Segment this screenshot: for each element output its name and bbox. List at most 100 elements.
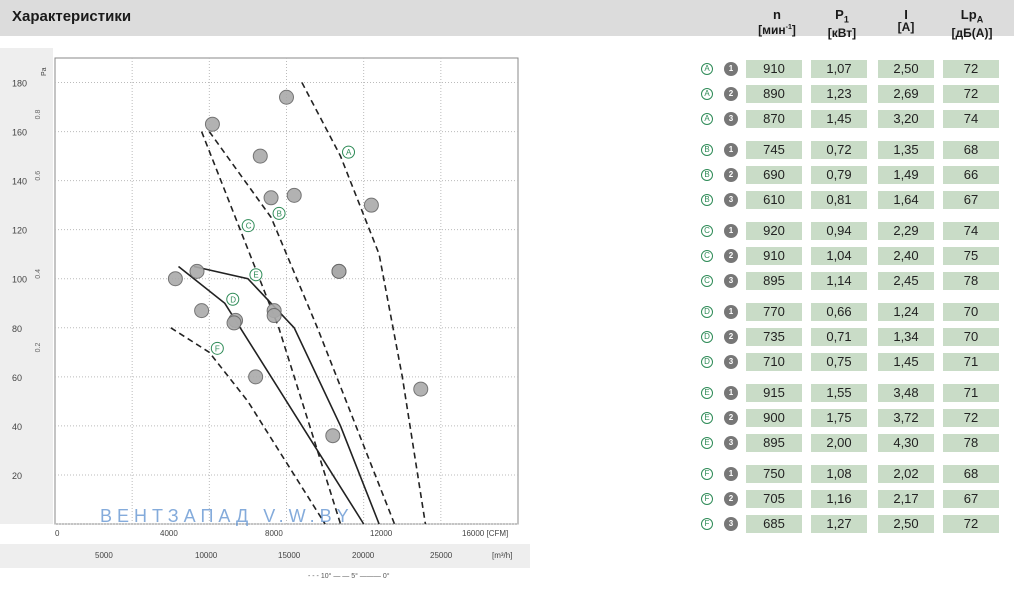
table-row: C 1 920 0,94 2,29 74	[690, 222, 1014, 241]
cell-n: 750	[746, 465, 802, 483]
table-row: B 3 610 0,81 1,64 67	[690, 191, 1014, 210]
cell-i: 1,45	[878, 353, 934, 371]
curve-badge: E	[701, 437, 713, 449]
cell-p1: 1,08	[811, 465, 867, 483]
curve-badge: D	[701, 331, 713, 343]
table-row: A 3 870 1,45 3,20 74	[690, 110, 1014, 129]
operating-point-A	[279, 89, 294, 105]
x-tick-m3h: 5000	[95, 551, 113, 560]
curve-badge: A	[701, 88, 713, 100]
cell-i: 2,17	[878, 490, 934, 508]
cell-n: 870	[746, 110, 802, 128]
operating-point-E	[189, 263, 205, 279]
y-secondary-label: 0.8	[35, 109, 42, 119]
curve-badge: E	[701, 412, 713, 424]
cell-n: 895	[746, 272, 802, 290]
x-tick-cfm: 0	[55, 529, 60, 538]
y-tick-label: 140	[12, 177, 27, 187]
watermark: ВЕНТЗАПАД V.W.BY	[100, 506, 354, 526]
table-row: F 1 750 1,08 2,02 68	[690, 465, 1014, 484]
operating-point-F	[194, 303, 210, 319]
curve-badge: C	[701, 250, 713, 262]
cell-i: 2,50	[878, 515, 934, 533]
cell-p1: 0,72	[811, 141, 867, 159]
cell-i: 2,45	[878, 272, 934, 290]
curve-badge: F	[701, 468, 713, 480]
operating-point-E	[226, 315, 242, 331]
cell-lpa: 67	[943, 191, 999, 209]
y-tick-label: 120	[12, 226, 27, 236]
cell-p1: 1,07	[811, 60, 867, 78]
cell-n: 705	[746, 490, 802, 508]
x-tick-m3h: 10000	[195, 551, 218, 560]
operating-point-F	[325, 428, 341, 444]
x-tick-cfm: 16000 [CFM]	[462, 529, 508, 538]
speed-badge: 2	[724, 168, 738, 182]
speed-badge: 2	[724, 492, 738, 506]
cell-n: 895	[746, 434, 802, 452]
cell-lpa: 67	[943, 490, 999, 508]
curve-badge: F	[701, 493, 713, 505]
curve-badge: D	[701, 306, 713, 318]
curve-label-C: C	[246, 222, 252, 231]
cell-p1: 1,27	[811, 515, 867, 533]
table-row: F 3 685 1,27 2,50 72	[690, 515, 1014, 534]
cell-n: 610	[746, 191, 802, 209]
fan-curve-chart: 20 40 60 80 100 120 140 160 180 0.2 0.4 0.6 0.8 Pa 0 40…	[0, 48, 530, 596]
operating-point-C	[331, 263, 347, 279]
table-row: D 1 770 0,66 1,24 70	[690, 303, 1014, 322]
cell-lpa: 75	[943, 247, 999, 265]
curve-badge: E	[701, 387, 713, 399]
table-row: B 1 745 0,72 1,35 68	[690, 141, 1014, 160]
x-tick-cfm: 4000	[160, 529, 178, 538]
cell-n: 890	[746, 85, 802, 103]
cell-p1: 1,45	[811, 110, 867, 128]
x-tick-cfm: 8000	[265, 529, 283, 538]
chart-svg: 20 40 60 80 100 120 140 160 180 0.2 0.4 0.6 0.8 Pa 0 40…	[0, 48, 530, 596]
speed-badge: 3	[724, 517, 738, 531]
cell-i: 3,20	[878, 110, 934, 128]
cell-n: 910	[746, 60, 802, 78]
cell-i: 1,35	[878, 141, 934, 159]
cell-n: 770	[746, 303, 802, 321]
curve-label-F: F	[215, 344, 220, 353]
cell-lpa: 78	[943, 434, 999, 452]
cell-i: 1,24	[878, 303, 934, 321]
cell-lpa: 68	[943, 141, 999, 159]
cell-n: 685	[746, 515, 802, 533]
y-secondary-label: 0.2	[35, 342, 42, 352]
cell-lpa: 78	[943, 272, 999, 290]
cell-p1: 1,14	[811, 272, 867, 290]
cell-i: 3,72	[878, 409, 934, 427]
table-row: D 3 710 0,75 1,45 71	[690, 353, 1014, 372]
speed-badge: 1	[724, 386, 738, 400]
cell-n: 710	[746, 353, 802, 371]
speed-badge: 3	[724, 193, 738, 207]
cell-i: 3,48	[878, 384, 934, 402]
speed-badge: 1	[724, 62, 738, 76]
cell-lpa: 74	[943, 110, 999, 128]
speed-badge: 2	[724, 411, 738, 425]
curve-badge: A	[701, 63, 713, 75]
curve-badge: B	[701, 144, 713, 156]
table-row: F 2 705 1,16 2,17 67	[690, 490, 1014, 509]
speed-badge: 2	[724, 249, 738, 263]
operating-point-E	[266, 308, 282, 324]
cell-i: 2,29	[878, 222, 934, 240]
cell-lpa: 70	[943, 303, 999, 321]
cell-lpa: 72	[943, 60, 999, 78]
y-tick-label: 160	[12, 128, 27, 138]
y-tick-label: 100	[12, 275, 27, 285]
cell-lpa: 71	[943, 353, 999, 371]
speed-badge: 2	[724, 87, 738, 101]
x-tick-m3h: 25000	[430, 551, 453, 560]
cell-i: 2,69	[878, 85, 934, 103]
curve-badge: A	[701, 113, 713, 125]
cell-i: 1,49	[878, 166, 934, 184]
cell-lpa: 66	[943, 166, 999, 184]
cell-i: 1,64	[878, 191, 934, 209]
y-tick-label: 60	[12, 373, 22, 383]
operating-point-F	[248, 369, 264, 385]
cell-lpa: 74	[943, 222, 999, 240]
cell-p1: 1,75	[811, 409, 867, 427]
